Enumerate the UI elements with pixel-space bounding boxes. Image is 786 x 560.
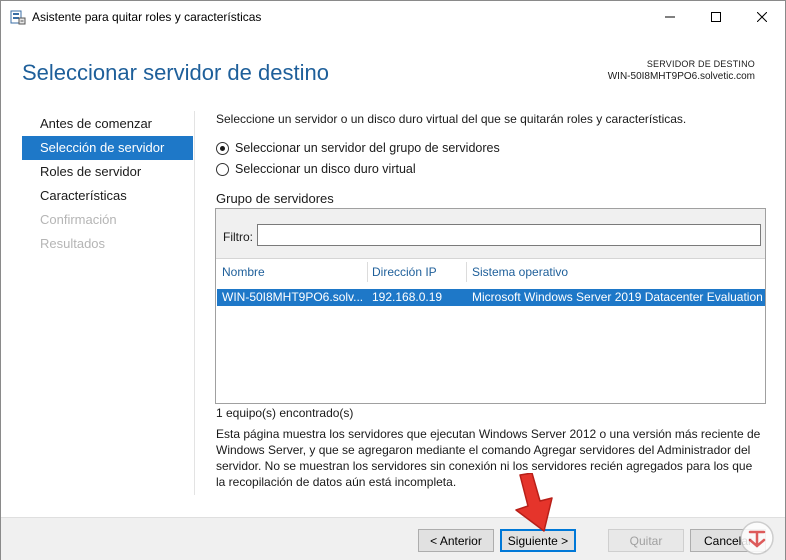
minimize-button[interactable] (647, 1, 693, 32)
minimize-icon (665, 16, 675, 17)
nav-item-confirmacion: Confirmación (40, 212, 117, 227)
nav-item-resultados: Resultados (40, 236, 106, 251)
nav-item-antes-de-comenzar[interactable]: Antes de comenzar (22, 112, 193, 136)
table-header: Nombre Dirección IP Sistema operativo (216, 260, 765, 284)
filter-bar: Filtro: (216, 209, 765, 259)
table-row[interactable]: WIN-50I8MHT9PO6.solv... 192.168.0.19 Mic… (217, 289, 765, 306)
cell-ip-address: 192.168.0.19 (372, 290, 443, 304)
nav-divider (194, 111, 195, 495)
title-bar: Asistente para quitar roles y caracterís… (1, 1, 785, 32)
nav-item-roles-de-servidor[interactable]: Roles de servidor (22, 160, 193, 184)
destination-server: WIN-50I8MHT9PO6.solvetic.com (607, 71, 755, 82)
option-server-pool[interactable]: Seleccionar un servidor del grupo de ser… (216, 141, 500, 155)
nav-item-seleccion-de-servidor[interactable]: Selección de servidor (22, 136, 193, 160)
maximize-button[interactable] (693, 1, 739, 32)
filter-label: Filtro: (223, 230, 253, 244)
radio-button[interactable] (216, 162, 229, 176)
result-count: 1 equipo(s) encontrado(s) (216, 406, 354, 420)
intro-text: Seleccione un servidor o un disco duro v… (216, 112, 687, 126)
column-header-os[interactable]: Sistema operativo (466, 260, 764, 284)
page-title: Seleccionar servidor de destino (22, 60, 329, 85)
cell-server-name: WIN-50I8MHT9PO6.solv... (222, 290, 364, 304)
wizard-steps-nav: Antes de comenzar Selección de servidor … (22, 112, 193, 256)
filter-input[interactable] (257, 224, 761, 246)
radio-button-checked[interactable] (216, 141, 229, 155)
server-manager-icon (10, 10, 26, 25)
maximize-icon (711, 11, 721, 22)
server-pool-box: Filtro: Nombre Dirección IP Sistema oper… (215, 208, 766, 404)
column-header-name[interactable]: Nombre (216, 260, 366, 284)
remove-button: Quitar (608, 529, 684, 552)
description-text: Esta página muestra los servidores que e… (216, 427, 761, 489)
cell-operating-system: Microsoft Windows Server 2019 Datacenter… (472, 290, 763, 304)
option-virtual-disk[interactable]: Seleccionar un disco duro virtual (216, 162, 416, 176)
annotation-arrow-icon (515, 473, 553, 532)
column-header-ip[interactable]: Dirección IP (366, 260, 466, 284)
footer-bar: < Anterior Siguiente > Quitar Cancelar (1, 517, 785, 560)
window-title: Asistente para quitar roles y caracterís… (32, 10, 262, 24)
back-button[interactable]: < Anterior (418, 529, 494, 552)
option-server-pool-label: Seleccionar un servidor del grupo de ser… (235, 141, 500, 155)
wizard-window: Asistente para quitar roles y caracterís… (0, 0, 786, 560)
server-pool-title: Grupo de servidores (216, 191, 334, 206)
destination-label: SERVIDOR DE DESTINO (646, 59, 755, 69)
nav-item-caracteristicas[interactable]: Características (22, 184, 193, 208)
close-button[interactable] (739, 1, 785, 32)
close-icon (757, 11, 767, 22)
solvetic-logo-icon (740, 521, 774, 555)
option-virtual-disk-label: Seleccionar un disco duro virtual (235, 162, 416, 176)
